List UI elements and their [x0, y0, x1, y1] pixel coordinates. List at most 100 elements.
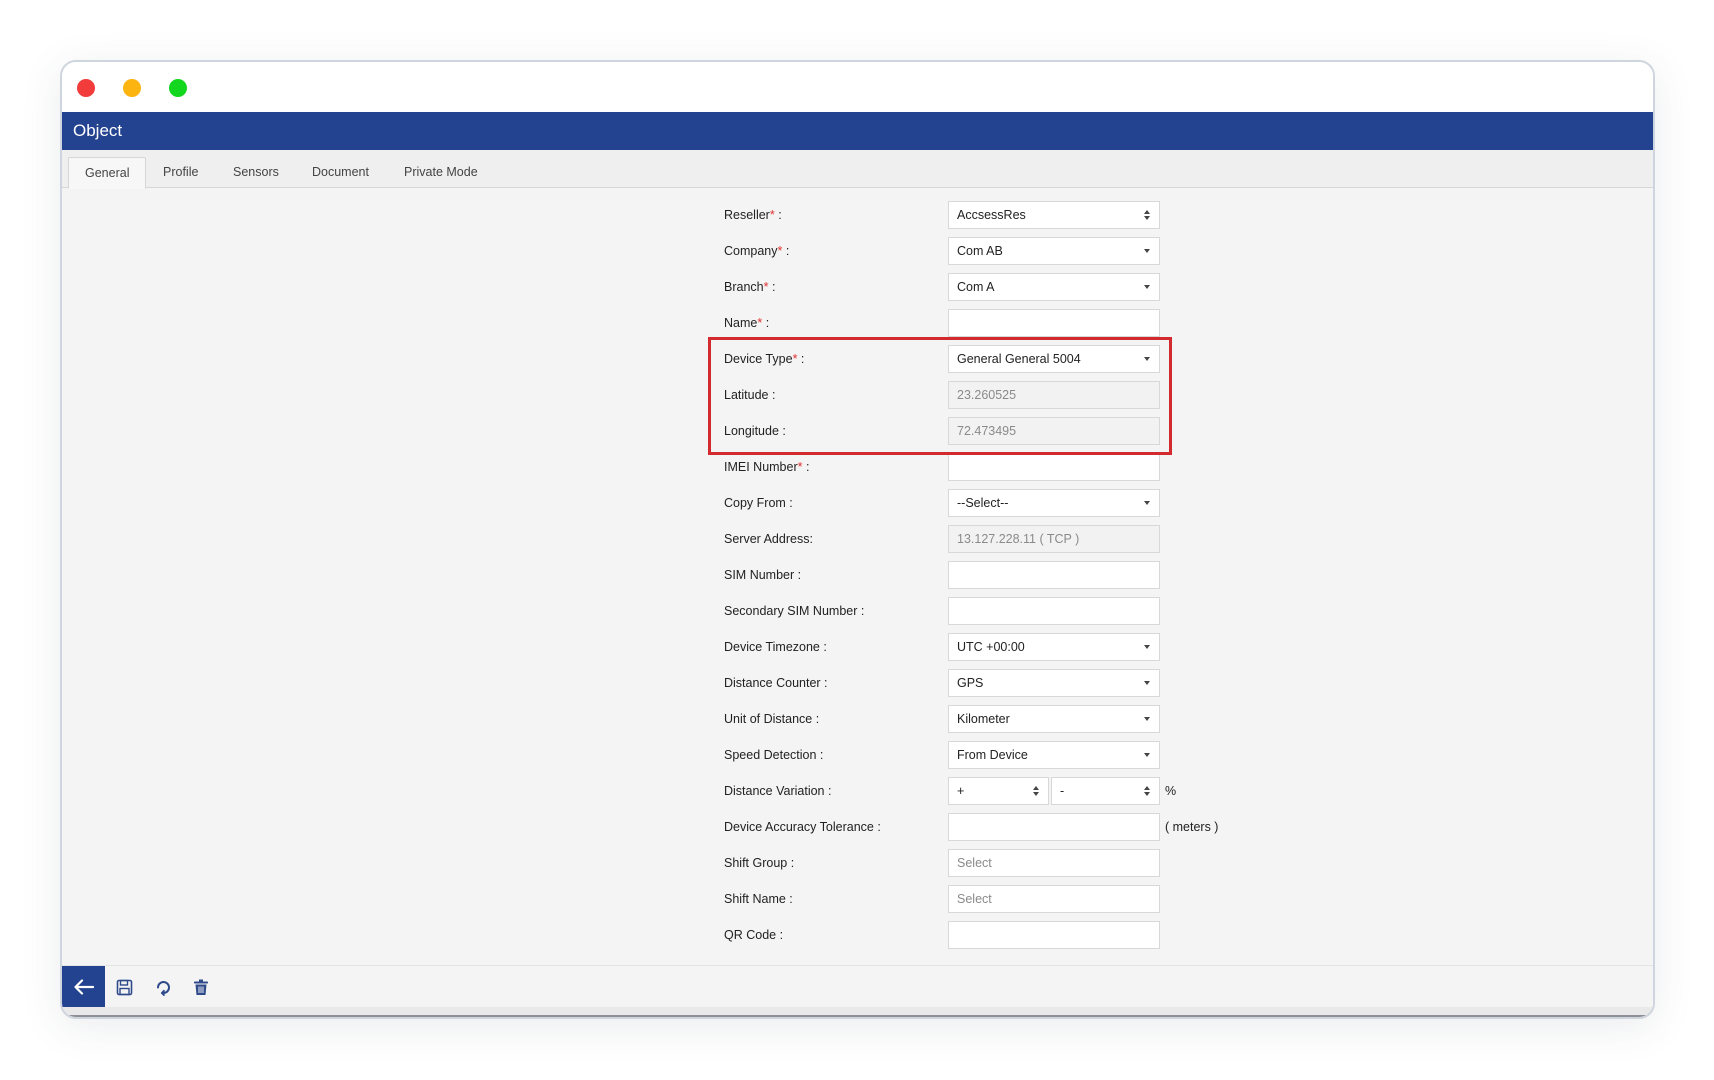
longitude-input: 72.473495	[948, 417, 1160, 445]
sim-number-label: SIM Number :	[724, 568, 802, 582]
shift-group-row: Shift Group : Select	[724, 849, 1224, 877]
back-button[interactable]	[62, 966, 105, 1007]
page-title: Object	[73, 121, 123, 140]
device-accuracy-input[interactable]	[948, 813, 1160, 841]
trash-icon	[194, 979, 208, 995]
shift-name-select[interactable]: Select	[948, 885, 1160, 913]
device-timezone-row: Device Timezone : UTC +00:00	[724, 633, 1224, 661]
device-accuracy-label: Device Accuracy Tolerance :	[724, 820, 881, 834]
speed-detection-select[interactable]: From Device	[948, 741, 1160, 769]
app-window: Object General Profile Sensors Document …	[60, 60, 1655, 1019]
server-address-label: Server Address:	[724, 532, 813, 546]
tab-label: Document	[312, 165, 369, 179]
chevron-down-icon	[1144, 501, 1150, 505]
close-window-button[interactable]	[77, 79, 95, 97]
footer-toolbar	[62, 965, 1653, 1007]
tab-label: Sensors	[233, 165, 279, 179]
chevron-down-icon	[1144, 645, 1150, 649]
tab-label: Private Mode	[404, 165, 478, 179]
branch-select[interactable]: Com A	[948, 273, 1160, 301]
meters-suffix: ( meters )	[1165, 820, 1219, 834]
device-type-label: Device Type* :	[724, 352, 805, 366]
unit-of-distance-row: Unit of Distance : Kilometer	[724, 705, 1224, 733]
device-timezone-label: Device Timezone :	[724, 640, 827, 654]
reseller-label: Reseller* :	[724, 208, 782, 222]
horizontal-scrollbar[interactable]	[62, 1007, 1653, 1017]
qr-code-label: QR Code :	[724, 928, 784, 942]
shift-name-row: Shift Name : Select	[724, 885, 1224, 913]
secondary-sim-input[interactable]	[948, 597, 1160, 625]
save-icon	[116, 979, 132, 995]
shift-group-select[interactable]: Select	[948, 849, 1160, 877]
distance-counter-select[interactable]: GPS	[948, 669, 1160, 697]
page-header: Object	[62, 112, 1653, 150]
branch-label: Branch* :	[724, 280, 776, 294]
distance-variation-label: Distance Variation :	[724, 784, 832, 798]
longitude-label: Longitude :	[724, 424, 786, 438]
tab-label: General	[85, 166, 130, 180]
server-address-row: Server Address: 13.127.228.11 ( TCP )	[724, 525, 1224, 553]
device-type-row: Device Type* : General General 5004	[724, 345, 1224, 373]
tab-sensors[interactable]: Sensors	[217, 157, 295, 189]
latitude-input: 23.260525	[948, 381, 1160, 409]
percent-suffix: %	[1165, 784, 1177, 798]
latitude-label: Latitude :	[724, 388, 776, 402]
name-row: Name* :	[724, 309, 1224, 337]
updown-icon	[1144, 209, 1151, 222]
copy-from-select[interactable]: --Select--	[948, 489, 1160, 517]
arrow-left-icon	[73, 978, 94, 995]
speed-detection-row: Speed Detection : From Device	[724, 741, 1224, 769]
device-timezone-select[interactable]: UTC +00:00	[948, 633, 1160, 661]
copy-from-row: Copy From : --Select--	[724, 489, 1224, 517]
maximize-window-button[interactable]	[169, 79, 187, 97]
distance-variation-sign-select[interactable]: +	[948, 777, 1049, 805]
chevron-down-icon	[1144, 249, 1150, 253]
sim-number-input[interactable]	[948, 561, 1160, 589]
chevron-down-icon	[1144, 681, 1150, 685]
refresh-button[interactable]	[152, 976, 174, 998]
unit-of-distance-select[interactable]: Kilometer	[948, 705, 1160, 733]
imei-input[interactable]	[948, 453, 1160, 481]
reseller-row: Reseller* : AccsessRes	[724, 201, 1224, 229]
tab-profile[interactable]: Profile	[147, 157, 214, 189]
updown-icon	[1144, 785, 1151, 798]
delete-button[interactable]	[190, 976, 212, 998]
minimize-window-button[interactable]	[123, 79, 141, 97]
device-type-select[interactable]: General General 5004	[948, 345, 1160, 373]
chevron-down-icon	[1144, 753, 1150, 757]
tab-document[interactable]: Document	[296, 157, 385, 189]
name-input[interactable]	[948, 309, 1160, 337]
distance-counter-label: Distance Counter :	[724, 676, 828, 690]
longitude-row: Longitude : 72.473495	[724, 417, 1224, 445]
chevron-down-icon	[1144, 717, 1150, 721]
distance-variation-row: Distance Variation : + - %	[724, 777, 1224, 805]
latitude-row: Latitude : 23.260525	[724, 381, 1224, 409]
secondary-sim-label: Secondary SIM Number :	[724, 604, 865, 618]
sim-number-row: SIM Number :	[724, 561, 1224, 589]
updown-icon	[1033, 785, 1040, 798]
copy-from-label: Copy From :	[724, 496, 793, 510]
reseller-select[interactable]: AccsessRes	[948, 201, 1160, 229]
form-area: Reseller* : AccsessRes Company* : Com AB…	[62, 189, 1653, 965]
tab-private-mode[interactable]: Private Mode	[388, 157, 494, 189]
company-row: Company* : Com AB	[724, 237, 1224, 265]
company-select[interactable]: Com AB	[948, 237, 1160, 265]
chevron-down-icon	[1144, 357, 1150, 361]
server-address-input: 13.127.228.11 ( TCP )	[948, 525, 1160, 553]
qr-code-input[interactable]	[948, 921, 1160, 949]
window-titlebar	[62, 62, 1653, 112]
distance-counter-row: Distance Counter : GPS	[724, 669, 1224, 697]
company-label: Company* :	[724, 244, 790, 258]
tab-label: Profile	[163, 165, 199, 179]
tab-general[interactable]: General	[68, 157, 147, 189]
save-button[interactable]	[113, 976, 135, 998]
branch-row: Branch* : Com A	[724, 273, 1224, 301]
distance-variation-amount-select[interactable]: -	[1051, 777, 1160, 805]
shift-group-label: Shift Group :	[724, 856, 795, 870]
name-label: Name* :	[724, 316, 770, 330]
device-accuracy-row: Device Accuracy Tolerance : ( meters )	[724, 813, 1224, 841]
chevron-down-icon	[1144, 285, 1150, 289]
qr-code-row: QR Code :	[724, 921, 1224, 949]
tab-bar: General Profile Sensors Document Private…	[62, 150, 1653, 189]
refresh-icon	[156, 980, 170, 996]
